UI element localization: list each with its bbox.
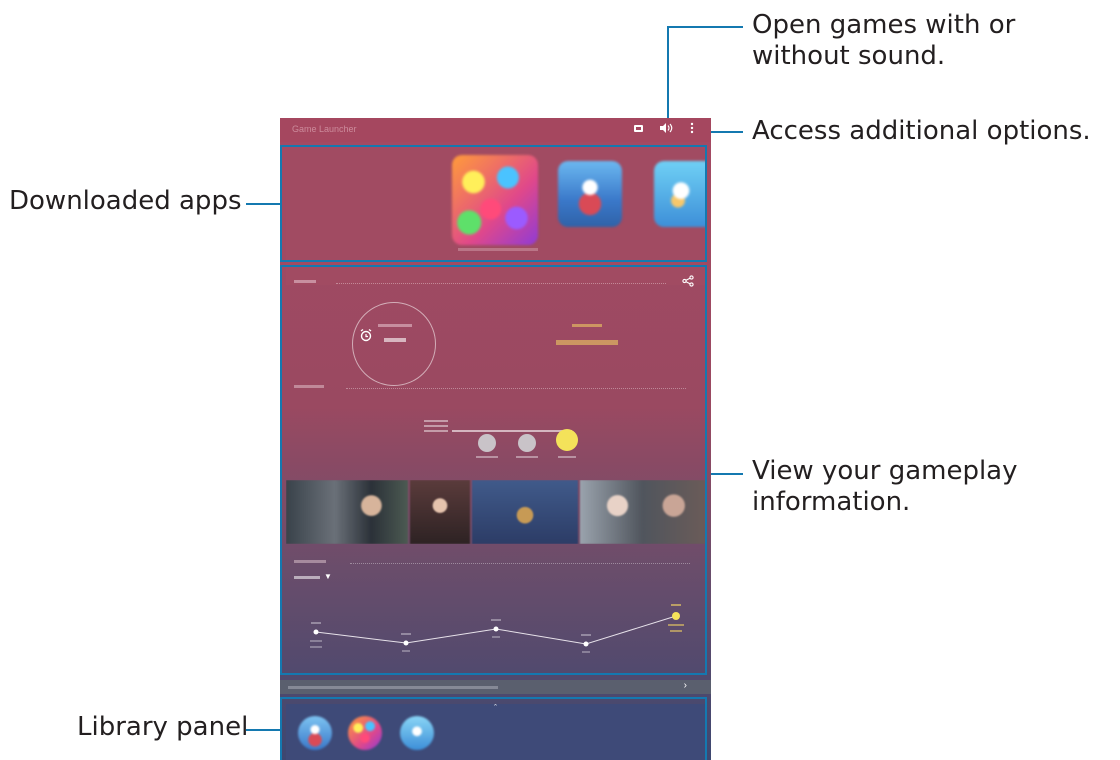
graph-point [403, 640, 409, 646]
playtime-value [384, 338, 406, 342]
share-icon[interactable] [682, 275, 694, 290]
divider [350, 563, 690, 564]
graph-point [493, 626, 499, 632]
profile-node-label [516, 456, 538, 458]
section-title-profile [294, 385, 324, 388]
library-panel: ˆ [286, 704, 705, 760]
divider [336, 283, 666, 284]
callout-library: Library panel [77, 712, 249, 742]
chevron-right-icon[interactable]: › [684, 680, 687, 691]
graph-point [313, 629, 319, 635]
downloaded-apps-strip [286, 149, 705, 285]
graph-label [311, 622, 321, 624]
callout-downloaded: Downloaded apps [9, 186, 242, 216]
app-title: Game Launcher [292, 124, 357, 134]
app-tile-candy[interactable] [452, 155, 538, 245]
library-app-cartoon[interactable] [400, 716, 434, 750]
graph-label [671, 604, 681, 606]
graph-label [492, 636, 500, 638]
promo-bar[interactable]: › [280, 680, 711, 694]
graph-point-highlight [672, 612, 680, 620]
profile-node-3[interactable] [556, 429, 578, 451]
app-tile-castle[interactable] [558, 161, 622, 227]
game-thumbnail[interactable] [580, 480, 705, 544]
graph-label [401, 633, 411, 635]
speaker-icon[interactable] [658, 122, 674, 138]
graph-label [581, 634, 591, 636]
app-caption [458, 248, 538, 251]
period-selector[interactable] [294, 576, 320, 579]
callout-gameplay: View your gameplay information. [752, 456, 1018, 517]
caret-down-icon[interactable]: ▼ [324, 572, 332, 581]
library-app-castle[interactable] [298, 716, 332, 750]
section-title-playtime [294, 280, 316, 283]
graph-point [583, 641, 589, 647]
alarm-icon [359, 328, 373, 347]
game-launcher-screen: Game Launcher ▼ › ˆ [280, 118, 711, 760]
gamepad-icon[interactable] [630, 122, 646, 138]
callout-line-downloaded [246, 203, 281, 205]
promo-text [288, 686, 498, 689]
game-thumbnail[interactable] [472, 480, 578, 544]
graph-label [670, 630, 682, 632]
section-title-weekly [294, 560, 326, 563]
profile-node-label [476, 456, 498, 458]
profile-node-label [558, 456, 576, 458]
library-app-candy[interactable] [348, 716, 382, 750]
title-bar: Game Launcher [280, 118, 711, 142]
callout-line-sound-h [667, 26, 743, 28]
graph-label [310, 646, 322, 648]
callout-sound: Open games with or without sound. [752, 10, 1016, 71]
last-played-label [572, 324, 602, 327]
weekly-playtime-graph [310, 604, 684, 653]
graph-label [310, 640, 322, 642]
callout-options: Access additional options. [752, 116, 1091, 146]
profile-node-2[interactable] [518, 434, 536, 452]
divider [346, 388, 686, 389]
playtime-label [378, 324, 412, 327]
gameplay-info-panel: ▼ [286, 270, 705, 668]
more-vertical-icon[interactable] [684, 122, 700, 138]
profile-side-label [424, 420, 448, 434]
profile-node-1[interactable] [478, 434, 496, 452]
callout-line-library [246, 729, 281, 731]
graph-label [402, 650, 410, 652]
profile-track [452, 430, 572, 432]
game-thumbnail[interactable] [286, 480, 408, 544]
recent-games-strip [286, 480, 705, 544]
chevron-up-icon[interactable]: ˆ [494, 704, 497, 713]
graph-label [491, 619, 501, 621]
last-played-value [556, 340, 618, 345]
graph-label [582, 651, 590, 653]
callout-line-sound-v [667, 26, 669, 124]
callout-line-gameplay [707, 473, 743, 475]
graph-label [668, 624, 684, 626]
game-thumbnail[interactable] [410, 480, 470, 544]
app-tile-cartoon[interactable] [654, 161, 705, 227]
